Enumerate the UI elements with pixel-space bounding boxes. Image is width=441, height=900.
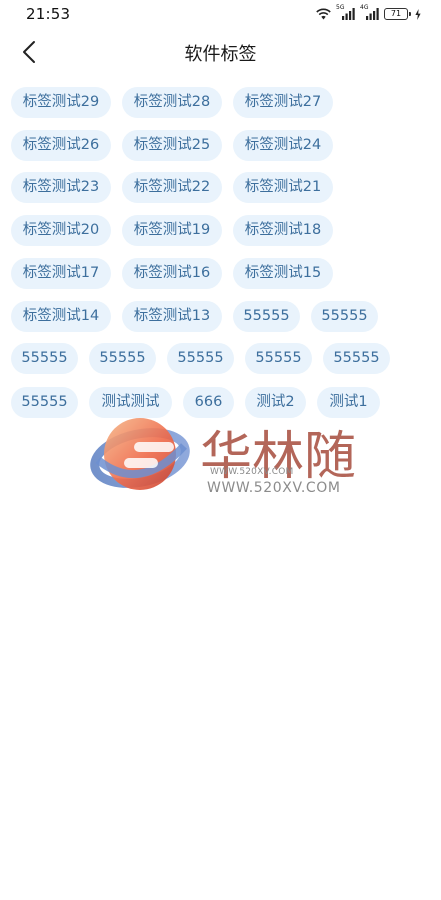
tag-item[interactable]: 55555: [11, 343, 78, 374]
tag-item[interactable]: 标签测试25: [122, 130, 222, 161]
tag-item[interactable]: 标签测试24: [233, 130, 333, 161]
tag-item[interactable]: 55555: [11, 387, 78, 418]
tag-item[interactable]: 标签测试21: [233, 172, 333, 203]
tag-item[interactable]: 标签测试23: [11, 172, 111, 203]
tag-item[interactable]: 标签测试28: [122, 87, 222, 118]
tag-list: 标签测试29 标签测试28 标签测试27 标签测试26 标签测试25 标签测试2…: [0, 0, 441, 900]
tag-item[interactable]: 55555: [311, 301, 378, 332]
tag-item[interactable]: 55555: [89, 343, 156, 374]
tag-item[interactable]: 标签测试15: [233, 258, 333, 289]
tag-item[interactable]: 标签测试14: [11, 301, 111, 332]
tag-item[interactable]: 标签测试29: [11, 87, 111, 118]
tag-item[interactable]: 55555: [323, 343, 390, 374]
tag-item[interactable]: 测试1: [317, 387, 380, 418]
tag-item[interactable]: 标签测试20: [11, 215, 111, 246]
tag-item[interactable]: 55555: [167, 343, 234, 374]
tag-item[interactable]: 测试2: [245, 387, 306, 418]
tag-item[interactable]: 标签测试18: [233, 215, 333, 246]
tag-item[interactable]: 测试测试: [89, 387, 172, 418]
tag-item[interactable]: 标签测试27: [233, 87, 333, 118]
tag-item[interactable]: 标签测试26: [11, 130, 111, 161]
tag-item[interactable]: 55555: [245, 343, 312, 374]
tag-item[interactable]: 标签测试17: [11, 258, 111, 289]
watermark-url-small: WWW.520XV.COM: [210, 467, 294, 477]
tag-item[interactable]: 666: [183, 387, 234, 418]
tag-item[interactable]: 55555: [233, 301, 300, 332]
tag-item[interactable]: 标签测试16: [122, 258, 222, 289]
watermark-url: WWW.520XV.COM: [207, 480, 341, 496]
tag-item[interactable]: 标签测试19: [122, 215, 222, 246]
tag-item[interactable]: 标签测试22: [122, 172, 222, 203]
tag-item[interactable]: 标签测试13: [122, 301, 222, 332]
